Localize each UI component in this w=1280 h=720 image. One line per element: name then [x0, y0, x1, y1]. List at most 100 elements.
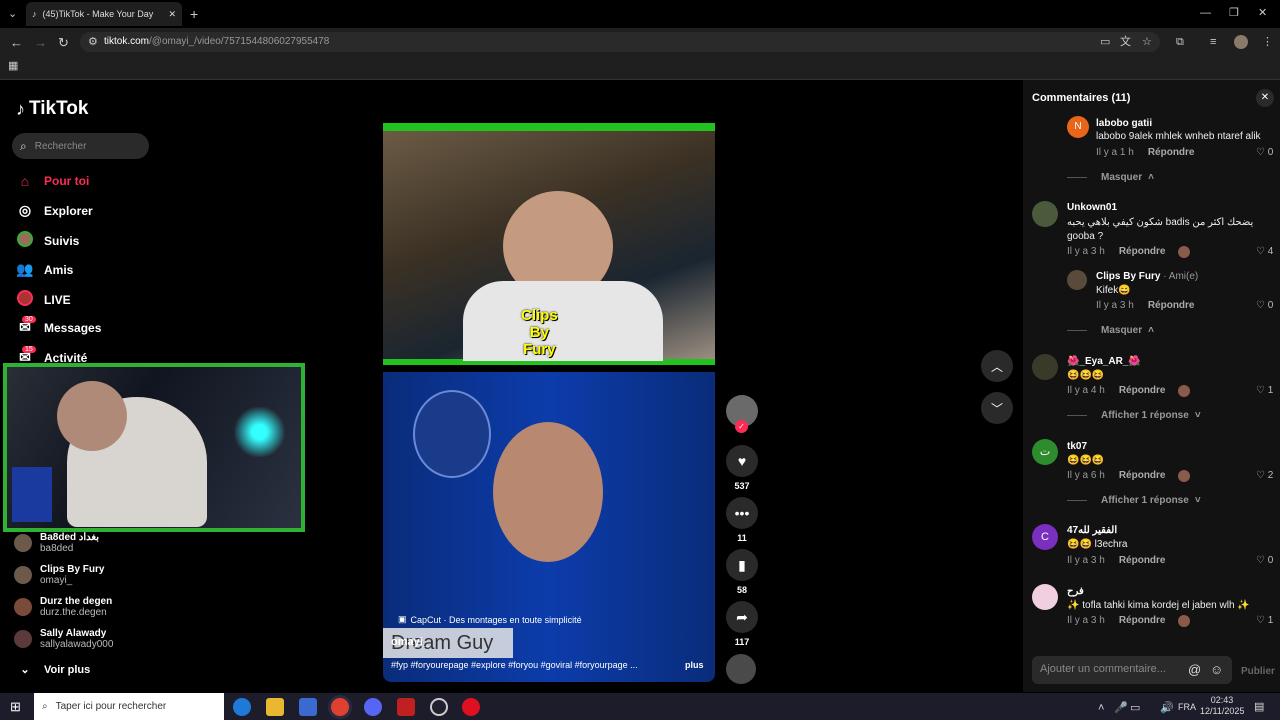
previous-video-button[interactable]: ︿ — [981, 350, 1013, 382]
avatar[interactable]: ت — [1032, 439, 1058, 465]
show-replies-toggle[interactable]: Afficher 1 réponse ˅ — [1067, 410, 1201, 421]
language-indicator[interactable]: FRA — [1178, 702, 1196, 712]
edge-icon[interactable] — [233, 698, 251, 716]
reply-button[interactable]: Répondre — [1148, 300, 1195, 311]
browser-tab[interactable]: ♪ (45)TikTok - Make Your Day ✕ — [26, 2, 182, 26]
reply-button[interactable]: Répondre — [1119, 470, 1166, 481]
see-more-button[interactable]: ⌄ Voir plus — [16, 663, 90, 677]
following-account[interactable]: Sally Alawady sallyalawady000 — [14, 628, 113, 650]
window-close-icon[interactable]: ✕ — [1258, 8, 1267, 19]
comment-like[interactable]: ♡ 0 — [1256, 300, 1273, 311]
apps-grid-icon[interactable]: ▦ — [8, 61, 18, 72]
mention-icon[interactable]: @ — [1188, 663, 1201, 676]
tab-list-icon[interactable]: ⌄ — [8, 9, 17, 20]
comment-input[interactable]: Ajouter un commentaire... — [1032, 656, 1232, 684]
comment-button[interactable]: ••• — [726, 497, 758, 529]
like-button[interactable]: ♥ — [726, 445, 758, 477]
reply-button[interactable]: Répondre — [1119, 615, 1166, 626]
reply-button[interactable]: Répondre — [1119, 555, 1166, 566]
microphone-icon[interactable]: 🎤 — [1114, 703, 1128, 714]
obs-icon[interactable] — [430, 698, 448, 716]
following-account[interactable]: Ba8ded بغداد ba8ded — [14, 532, 99, 554]
profile-avatar[interactable] — [1234, 35, 1248, 49]
notification-icon[interactable]: ▤ — [1254, 702, 1264, 713]
avatar[interactable] — [1032, 354, 1058, 380]
avatar[interactable]: C — [1032, 524, 1058, 550]
address-bar[interactable]: tiktok.com/@omayi_/video/757154480602795… — [80, 32, 1160, 52]
translate-icon[interactable]: 文 — [1120, 37, 1131, 48]
nav-amis[interactable]: 👥 Amis — [16, 261, 73, 278]
comment-like[interactable]: ♡ 0 — [1256, 147, 1273, 158]
video-author[interactable]: omayi_ — [391, 636, 429, 648]
menu-icon[interactable]: ⋮ — [1262, 37, 1273, 48]
comment-author[interactable]: الفقير لله47 — [1067, 525, 1117, 536]
caption-more-link[interactable]: plus — [685, 660, 704, 670]
save-button[interactable]: ▮ — [726, 549, 758, 581]
nav-live[interactable]: LIVE — [16, 290, 71, 309]
reply-button[interactable]: Répondre — [1119, 385, 1166, 396]
comment-author[interactable]: labobo gatii — [1096, 118, 1152, 129]
comment-author[interactable]: 🌺_Eya_AR_🌺 — [1067, 356, 1141, 367]
windows-start-icon[interactable]: ⊞ — [10, 699, 21, 715]
video-clip-top[interactable]: Clips By Fury — [383, 123, 715, 365]
tiktok-logo[interactable]: ♪ TikTok — [16, 98, 88, 120]
show-replies-toggle[interactable]: Afficher 1 réponse ˅ — [1067, 495, 1201, 506]
reload-icon[interactable]: ↻ — [58, 36, 69, 49]
search-input[interactable]: ⌕ Rechercher — [12, 133, 149, 159]
network-icon[interactable]: ▭ — [1130, 703, 1140, 714]
file-explorer-icon[interactable] — [266, 698, 284, 716]
minimize-icon[interactable]: — — [1200, 8, 1211, 19]
video-caption[interactable]: #fyp #foryourepage #explore #foryou #gov… — [391, 660, 691, 670]
following-account[interactable]: Durz the degen durz.the.degen — [14, 596, 112, 618]
site-info-icon[interactable]: ⚙ — [88, 37, 98, 48]
avatar[interactable] — [1067, 270, 1087, 290]
comment-like[interactable]: ♡ 1 — [1256, 615, 1273, 626]
capcut-tag[interactable]: ▣ CapCut · Des montages en toute simplic… — [398, 614, 582, 625]
close-tab-icon[interactable]: ✕ — [168, 9, 176, 20]
taskbar-search[interactable]: ⌕ Taper ici pour rechercher — [34, 693, 224, 720]
comment-like[interactable]: ♡ 1 — [1256, 385, 1273, 396]
comment-like[interactable]: ♡ 0 — [1256, 555, 1273, 566]
media-control-icon[interactable]: ≡ — [1210, 37, 1216, 48]
back-icon[interactable]: ← — [10, 36, 23, 49]
nav-explorer[interactable]: ◎ Explorer — [16, 202, 93, 219]
comment-author-row[interactable]: Clips By Fury · Ami(e) — [1096, 271, 1198, 282]
extensions-icon[interactable]: ⧉ — [1176, 37, 1184, 48]
avatar[interactable]: N — [1067, 116, 1089, 138]
cast-icon[interactable]: ▭ — [1100, 37, 1110, 48]
share-button[interactable]: ➦ — [726, 601, 758, 633]
next-video-button[interactable]: ﹀ — [981, 392, 1013, 424]
forward-icon[interactable]: → — [34, 36, 47, 49]
avatar[interactable] — [1032, 201, 1058, 227]
restore-icon[interactable]: ❐ — [1229, 8, 1239, 19]
emoji-icon[interactable]: ☺ — [1210, 663, 1223, 676]
chrome-icon[interactable] — [331, 698, 349, 716]
app-icon-red[interactable] — [462, 698, 480, 716]
nav-suivis[interactable]: Suivis — [16, 231, 79, 250]
bookmark-star-icon[interactable]: ☆ — [1142, 37, 1152, 48]
reply-button[interactable]: Répondre — [1119, 246, 1166, 257]
hide-replies-toggle[interactable]: Masquer ˄ — [1067, 172, 1154, 183]
publish-button[interactable]: Publier — [1241, 666, 1275, 677]
clock[interactable]: 02:43 12/11/2025 — [1200, 695, 1244, 717]
follow-check-icon[interactable]: ✓ — [735, 420, 748, 433]
hide-replies-toggle[interactable]: Masquer ˄ — [1067, 325, 1154, 336]
comment-like[interactable]: ♡ 2 — [1256, 470, 1273, 481]
discord-icon[interactable] — [364, 698, 382, 716]
comment-like[interactable]: ♡ 4 — [1256, 246, 1273, 257]
store-icon[interactable] — [299, 698, 317, 716]
nav-pour-toi[interactable]: ⌂ Pour toi — [16, 173, 90, 189]
close-comments-icon[interactable]: ✕ — [1256, 89, 1274, 107]
comment-author[interactable]: tk07 — [1067, 441, 1087, 452]
comment-author[interactable]: فرح — [1067, 586, 1084, 597]
app-icon[interactable] — [397, 698, 415, 716]
comment-author[interactable]: Unkown01 — [1067, 202, 1117, 213]
reply-button[interactable]: Répondre — [1148, 147, 1195, 158]
volume-icon[interactable]: 🔊 — [1160, 703, 1174, 714]
music-disc-avatar[interactable] — [726, 654, 756, 684]
new-tab-icon[interactable]: + — [190, 7, 198, 21]
video-player[interactable]: ▣ CapCut · Des montages en toute simplic… — [383, 372, 715, 682]
tray-chevron-icon[interactable]: ˄ — [1098, 703, 1104, 714]
following-account[interactable]: Clips By Fury omayi_ — [14, 564, 104, 586]
avatar[interactable] — [1032, 584, 1058, 610]
